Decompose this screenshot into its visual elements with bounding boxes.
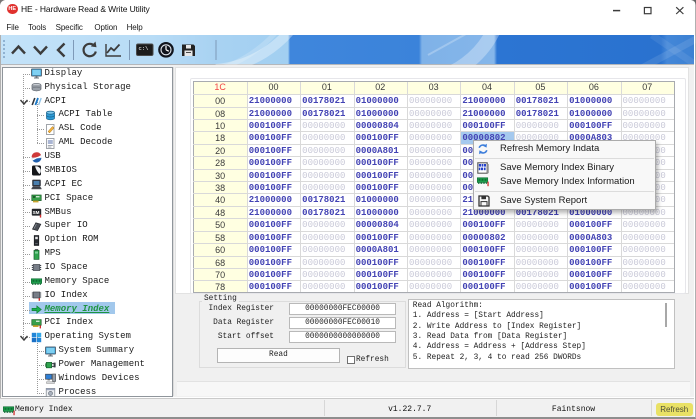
svg-text:SM: SM	[33, 210, 40, 215]
svg-text:c:\: c:\	[139, 45, 149, 52]
